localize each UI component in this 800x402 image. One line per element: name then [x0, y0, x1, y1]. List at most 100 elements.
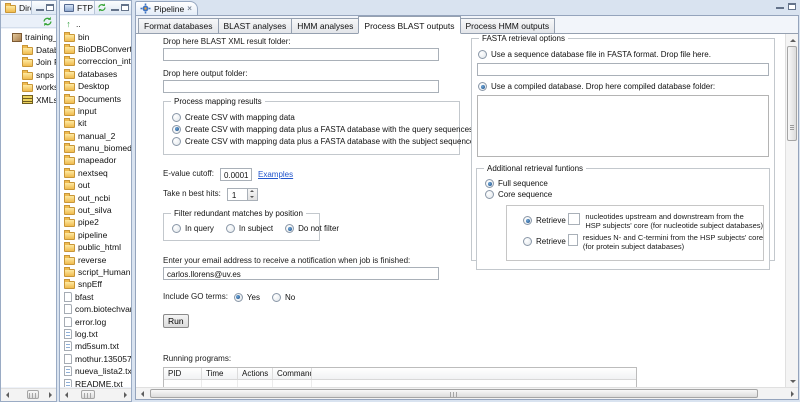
ftp-item[interactable]: com.biotechvan: [60, 303, 131, 315]
ftp-item[interactable]: reverse: [60, 253, 131, 265]
radio-in-query[interactable]: In query: [172, 224, 214, 233]
radio-compiled-database[interactable]: Use a compiled database. Drop here compi…: [478, 82, 774, 91]
ftp-item[interactable]: manu_biomed: [60, 142, 131, 154]
retrieve-count-input[interactable]: [568, 213, 580, 225]
maximize-icon[interactable]: [788, 3, 796, 10]
radio-in-subject[interactable]: In subject: [226, 224, 273, 233]
ftp-item[interactable]: nueva_lista2.txt: [60, 365, 131, 377]
ftp-item[interactable]: script_Human: [60, 266, 131, 278]
scroll-left-icon[interactable]: [137, 389, 146, 398]
ftp-item[interactable]: bfast: [60, 291, 131, 303]
tab-blast-analyses[interactable]: BLAST analyses: [218, 18, 293, 33]
scroll-left-icon[interactable]: [2, 391, 11, 400]
xml-folder-input[interactable]: [163, 48, 439, 61]
radio-do-not-filter[interactable]: Do not filter: [285, 224, 339, 233]
radio-create-csv-with-mapping-data-plus-a-fasta-database-with-the-subject-sequences[interactable]: Create CSV with mapping data plus a FAST…: [172, 135, 459, 147]
ftp-item[interactable]: out_ncbi: [60, 191, 131, 203]
tab-ftp[interactable]: FTP: [60, 1, 95, 15]
radio-create-csv-with-mapping-data-plus-a-fasta-database-with-the-query-sequences[interactable]: Create CSV with mapping data plus a FAST…: [172, 123, 459, 135]
tab-process-hmm-outputs[interactable]: Process HMM outputs: [460, 18, 556, 33]
scroll-up-icon[interactable]: [788, 35, 797, 44]
scroll-left-icon[interactable]: [61, 391, 70, 400]
ftp-item[interactable]: databases: [60, 68, 131, 80]
ftp-item[interactable]: mapeador: [60, 154, 131, 166]
radio-retrieve-1[interactable]: Retrieve: [523, 215, 563, 226]
run-button[interactable]: Run: [163, 314, 189, 328]
tree-item[interactable]: Databa: [1, 44, 56, 57]
tree-item[interactable]: worksh: [1, 81, 56, 94]
tab-format-databases[interactable]: Format databases: [138, 18, 219, 33]
email-input[interactable]: carlos.llorens@uv.es: [163, 267, 439, 280]
close-icon[interactable]: ×: [187, 5, 192, 13]
ftp-item[interactable]: out_silva: [60, 204, 131, 216]
ftp-item[interactable]: log.txt: [60, 328, 131, 340]
tree-item[interactable]: XMLs.: [1, 94, 56, 107]
ftp-item[interactable]: README.txt: [60, 377, 131, 387]
tab-pipeline[interactable]: Pipeline ×: [135, 1, 198, 15]
ftp-item[interactable]: snpEff: [60, 278, 131, 290]
best-hits-stepper[interactable]: 1: [227, 188, 258, 201]
ftp-item[interactable]: md5sum.txt: [60, 340, 131, 352]
scroll-thumb[interactable]: [150, 389, 758, 398]
ftp-item[interactable]: pipeline: [60, 229, 131, 241]
ftp-item[interactable]: bin: [60, 30, 131, 42]
column-header-pid[interactable]: PID: [164, 368, 202, 379]
ftp-item[interactable]: out: [60, 179, 131, 191]
tree-item[interactable]: Join Fi: [1, 56, 56, 69]
maximize-icon[interactable]: [46, 4, 54, 11]
pipeline-vscrollbar[interactable]: [785, 34, 798, 387]
radio-sequence-database[interactable]: Use a sequence database file in FASTA fo…: [478, 50, 774, 59]
ftp-item[interactable]: BioDBConverter: [60, 43, 131, 55]
ftp-item[interactable]: manual_2: [60, 130, 131, 142]
radio-no[interactable]: No: [272, 293, 295, 302]
minimize-icon[interactable]: [36, 5, 44, 11]
ftp-item[interactable]: Documents: [60, 92, 131, 104]
tab-hmm-analyses[interactable]: HMM analyses: [291, 18, 359, 33]
radio-core-sequence[interactable]: Core sequence: [485, 189, 769, 200]
retrieve-count-input[interactable]: [568, 234, 578, 246]
sequence-database-input[interactable]: [477, 63, 769, 76]
maximize-icon[interactable]: [121, 4, 129, 11]
ftp-item[interactable]: input: [60, 105, 131, 117]
best-hits-input[interactable]: 1: [227, 188, 248, 201]
column-header-actions[interactable]: Actions: [238, 368, 273, 379]
pipeline-hscrollbar[interactable]: [136, 387, 798, 399]
column-header-command[interactable]: Command: [273, 368, 312, 379]
directory-hscrollbar[interactable]: [1, 388, 56, 401]
ftp-item[interactable]: Desktop: [60, 80, 131, 92]
tab-directory[interactable]: Direc...: [1, 1, 32, 15]
spin-down-icon[interactable]: [248, 194, 257, 200]
scroll-right-icon[interactable]: [121, 391, 130, 400]
minimize-icon[interactable]: [776, 3, 784, 9]
scroll-down-icon[interactable]: [788, 377, 797, 386]
ftp-item[interactable]: kit: [60, 117, 131, 129]
scroll-thumb[interactable]: [27, 390, 40, 399]
tree-item[interactable]: training_s: [1, 31, 56, 44]
scroll-thumb[interactable]: [787, 46, 797, 141]
ftp-up-item[interactable]: ..: [60, 18, 131, 30]
radio-full-sequence[interactable]: Full sequence: [485, 178, 769, 189]
refresh-icon[interactable]: [97, 2, 107, 13]
evalue-input[interactable]: 0.0001: [220, 168, 252, 181]
compiled-database-dropzone[interactable]: [477, 95, 769, 157]
output-folder-input[interactable]: [163, 80, 439, 93]
ftp-item[interactable]: pipe2: [60, 216, 131, 228]
scroll-thumb[interactable]: [81, 390, 95, 399]
ftp-item[interactable]: mothur.1350573: [60, 353, 131, 365]
refresh-icon[interactable]: [42, 16, 53, 27]
minimize-icon[interactable]: [111, 5, 119, 11]
column-header-time[interactable]: Time: [202, 368, 238, 379]
ftp-item[interactable]: correccion_inter: [60, 55, 131, 67]
ftp-item[interactable]: public_html: [60, 241, 131, 253]
tree-item[interactable]: snps: [1, 69, 56, 82]
radio-create-csv-with-mapping-data[interactable]: Create CSV with mapping data: [172, 111, 459, 123]
ftp-hscrollbar[interactable]: [60, 388, 131, 401]
tab-process-blast-outputs[interactable]: Process BLAST outputs: [358, 16, 460, 34]
scroll-right-icon[interactable]: [788, 389, 797, 398]
scroll-right-icon[interactable]: [46, 391, 55, 400]
radio-yes[interactable]: Yes: [234, 293, 260, 302]
examples-link[interactable]: Examples: [258, 170, 293, 179]
radio-retrieve-2[interactable]: Retrieve: [523, 236, 563, 247]
ftp-item[interactable]: nextseq: [60, 167, 131, 179]
ftp-item[interactable]: error.log: [60, 315, 131, 327]
